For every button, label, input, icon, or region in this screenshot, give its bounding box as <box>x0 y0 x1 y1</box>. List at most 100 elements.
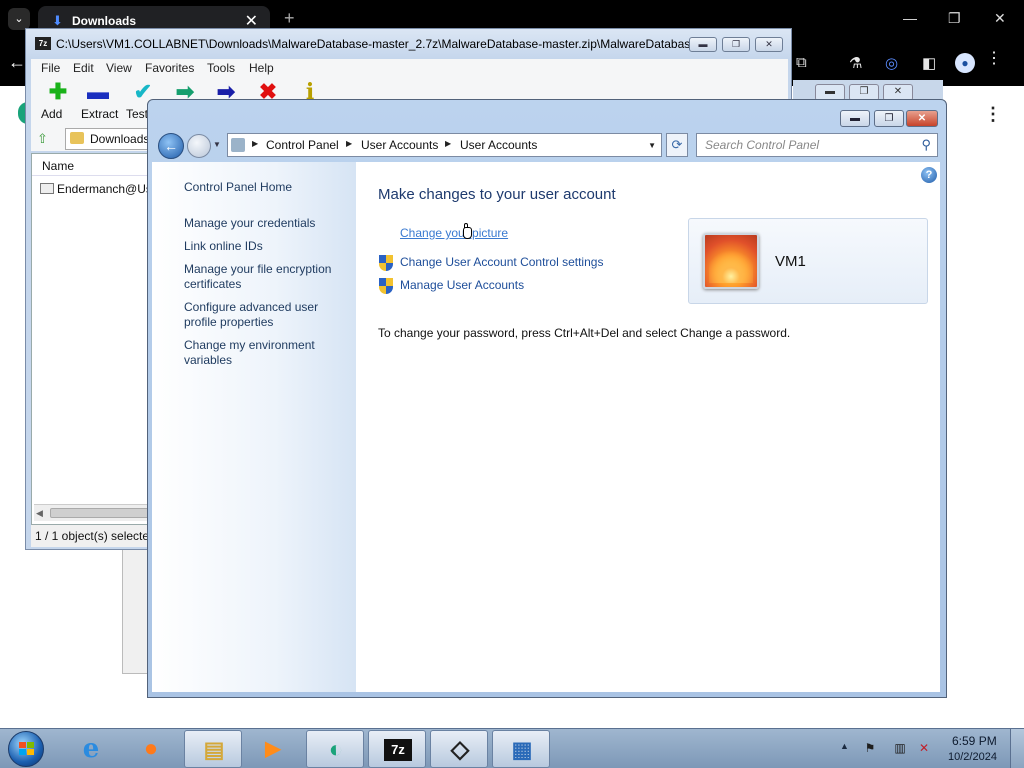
environment-variables-link[interactable]: Change my environment variables <box>184 338 354 368</box>
browser-tab-title: Downloads <box>72 14 137 28</box>
control-panel-home-link[interactable]: Control Panel Home <box>184 180 354 195</box>
labs-icon[interactable]: ⚗ <box>849 54 862 72</box>
volume-muted-icon[interactable]: ✕ <box>916 740 932 756</box>
network-icon[interactable]: ▥ <box>892 740 908 756</box>
cp-close-button[interactable]: ✕ <box>906 110 938 127</box>
search-placeholder: Search Control Panel <box>705 138 820 152</box>
7zip-titlebar[interactable]: 7z C:\Users\VM1.COLLABNET\Downloads\Malw… <box>26 29 791 59</box>
advanced-profile-properties-link[interactable]: Configure advanced user profile properti… <box>184 300 354 330</box>
uac-shield-icon <box>379 255 393 271</box>
address-bar[interactable]: ▶ Control Panel ▶ User Accounts ▶ User A… <box>227 133 662 157</box>
taskbar: e ● ▤ ▶ ◐ 7z ◇ ▦ ▲ ⚑ ▥ ✕ 6:59 PM 10/2/20… <box>0 728 1024 768</box>
extract-label: Extract <box>81 107 119 121</box>
user-avatar <box>703 233 759 289</box>
breadcrumb-separator-icon[interactable]: ▶ <box>346 139 352 148</box>
close-icon[interactable]: ✕ <box>994 10 1006 27</box>
add-label: Add <box>41 107 63 121</box>
refresh-icon[interactable]: ⟳ <box>666 133 688 157</box>
minimize-icon[interactable]: — <box>903 10 917 26</box>
folder-icon <box>70 132 84 144</box>
menu-tools[interactable]: Tools <box>207 61 235 75</box>
firefox-icon: ● <box>143 735 159 762</box>
breadcrumb-separator-icon[interactable]: ▶ <box>252 139 258 148</box>
uac-settings-link[interactable]: Change User Account Control settings <box>400 255 603 269</box>
7zip-app-icon: 7z <box>35 37 51 50</box>
taskbar-7zip[interactable]: 7z <box>368 730 426 768</box>
taskbar-file-explorer[interactable]: ▤ <box>184 730 242 768</box>
tab-search-button[interactable]: ⌄ <box>8 8 30 30</box>
page-menu-icon[interactable]: ⋮ <box>984 104 1002 125</box>
change-picture-link[interactable]: Change your picture <box>400 226 508 240</box>
folder-icon: ▤ <box>203 737 225 762</box>
start-button[interactable] <box>8 731 44 767</box>
cp-maximize-button[interactable]: ❐ <box>874 110 904 127</box>
menu-icon[interactable]: ⋮ <box>986 48 1002 68</box>
profile-icon[interactable]: ● <box>955 53 975 73</box>
action-center-icon[interactable]: ⚑ <box>862 740 878 756</box>
menu-help[interactable]: Help <box>249 61 274 75</box>
menu-favorites[interactable]: Favorites <box>145 61 194 75</box>
taskbar-green-app[interactable]: ◐ <box>306 730 364 768</box>
7zip-close-button[interactable]: ✕ <box>755 37 783 52</box>
windows-logo-icon <box>19 742 35 756</box>
7zip-maximize-button[interactable]: ❐ <box>722 37 750 52</box>
taskbar-internet-explorer[interactable]: e <box>62 730 120 768</box>
control-panel-window: ▬ ❐ ✕ ← ▼ ▶ Control Panel ▶ User Account… <box>147 99 947 698</box>
forward-button[interactable] <box>187 134 211 158</box>
menu-edit[interactable]: Edit <box>73 61 94 75</box>
search-input[interactable]: Search Control Panel ⚲ <box>696 133 938 157</box>
search-icon[interactable]: ⚲ <box>921 137 931 153</box>
extract-button[interactable]: ▬ Extract <box>79 79 125 123</box>
extensions-icon[interactable]: ⧉ <box>796 54 807 71</box>
media-player-icon: ▶ <box>265 738 281 760</box>
minus-icon: ▬ <box>87 79 109 104</box>
user-account-card: VM1 <box>688 218 928 304</box>
7zip-window-title: C:\Users\VM1.COLLABNET\Downloads\Malware… <box>56 37 701 51</box>
breadcrumb-control-panel[interactable]: Control Panel <box>266 138 339 152</box>
list-item-label: Endermanch@Us <box>57 182 152 196</box>
7zip-minimize-button[interactable]: ▬ <box>689 37 717 52</box>
new-tab-button[interactable]: + <box>284 8 295 29</box>
show-hidden-icons-icon[interactable]: ▲ <box>840 741 849 751</box>
menu-view[interactable]: View <box>106 61 132 75</box>
cp-minimize-button[interactable]: ▬ <box>840 110 870 127</box>
menu-file[interactable]: File <box>41 61 60 75</box>
help-icon[interactable]: ? <box>921 167 937 183</box>
breadcrumb-user-accounts[interactable]: User Accounts <box>361 138 438 152</box>
link-online-ids-link[interactable]: Link online IDs <box>184 239 354 254</box>
7zip-icon: 7z <box>384 739 412 761</box>
7zip-path-text: Downloads <box>90 132 150 146</box>
task-pane: Control Panel Home Manage your credentia… <box>152 162 356 692</box>
folder-up-icon[interactable]: ⇧ <box>37 131 48 147</box>
sync-icon[interactable]: ◎ <box>885 54 898 72</box>
file-encryption-certificates-link[interactable]: Manage your file encryption certificates <box>184 262 354 292</box>
taskbar-media-player[interactable]: ▶ <box>244 730 302 768</box>
unity-icon: ◇ <box>450 736 470 763</box>
list-item[interactable]: Endermanch@Us <box>40 182 152 196</box>
password-instructions: To change your password, press Ctrl+Alt+… <box>378 326 791 340</box>
breadcrumb-user-accounts-current[interactable]: User Accounts <box>460 138 537 152</box>
back-arrow-icon[interactable]: ← <box>8 52 26 73</box>
taskbar-unity[interactable]: ◇ <box>430 730 488 768</box>
control-panel-icon <box>231 138 245 152</box>
back-button[interactable]: ← <box>158 133 184 159</box>
clock-time[interactable]: 6:59 PM <box>952 734 997 748</box>
7zip-status-text: 1 / 1 object(s) selecte <box>35 529 150 543</box>
file-icon <box>40 183 54 194</box>
breadcrumb-separator-icon[interactable]: ▶ <box>445 139 451 148</box>
restore-icon[interactable]: ❐ <box>948 10 961 27</box>
clock-date[interactable]: 10/2/2024 <box>948 751 997 763</box>
recent-pages-dropdown-icon[interactable]: ▼ <box>213 140 221 149</box>
taskbar-control-panel[interactable]: ▦ <box>492 730 550 768</box>
internet-explorer-icon: e <box>82 734 100 764</box>
sidebar-icon[interactable]: ◧ <box>922 54 936 72</box>
column-name-label: Name <box>42 159 75 173</box>
manage-credentials-link[interactable]: Manage your credentials <box>184 216 354 231</box>
scroll-left-icon[interactable]: ◀ <box>36 508 43 519</box>
taskbar-firefox[interactable]: ● <box>122 730 180 768</box>
download-icon: ⬇ <box>52 13 63 28</box>
show-desktop-button[interactable] <box>1010 729 1024 768</box>
hand-cursor-icon <box>460 223 474 241</box>
address-dropdown-icon[interactable]: ▼ <box>648 141 656 150</box>
manage-user-accounts-link[interactable]: Manage User Accounts <box>400 278 524 292</box>
